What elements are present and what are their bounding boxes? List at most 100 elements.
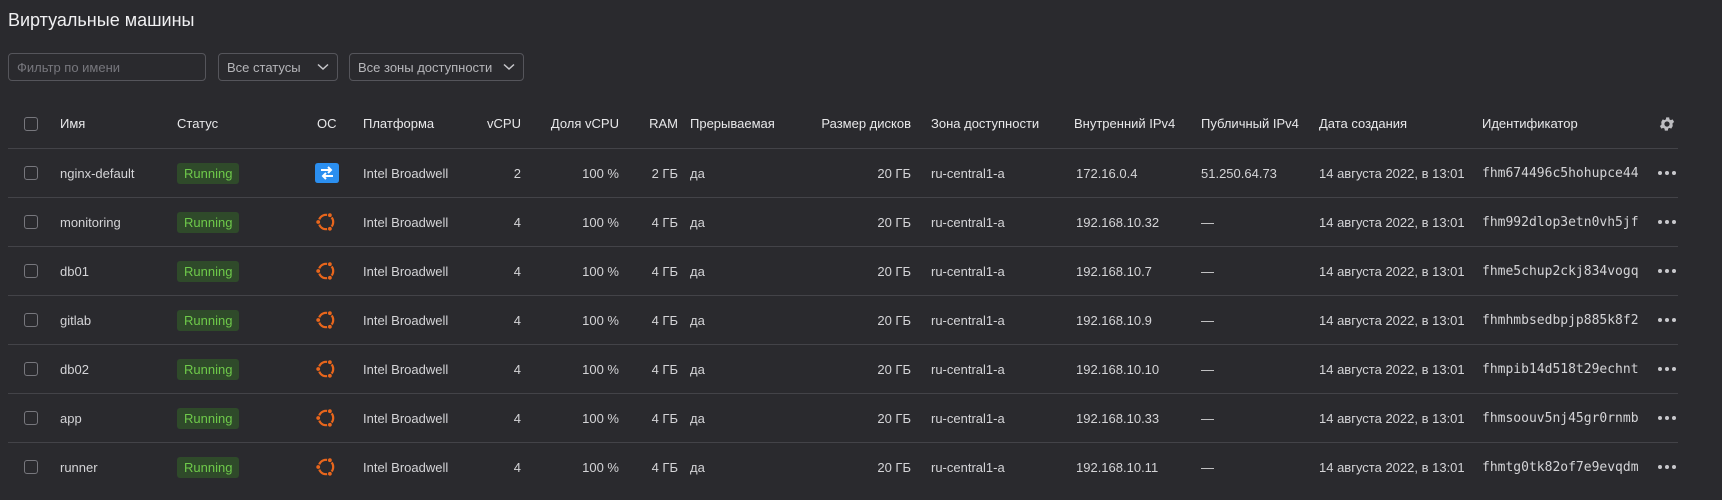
col-internal-ip[interactable]: Внутренний IPv4	[1074, 99, 1175, 148]
col-vcpu-share[interactable]: Доля vCPU	[528, 99, 619, 148]
ubuntu-icon	[314, 210, 338, 234]
row-checkbox[interactable]	[24, 411, 38, 425]
vcpu-share: 100 %	[582, 361, 619, 377]
col-vcpu[interactable]: vCPU	[464, 99, 521, 148]
vcpu-share: 100 %	[582, 214, 619, 230]
vm-id[interactable]: fhmsoouv5nj45gr0rnmb	[1482, 394, 1639, 442]
disk-size: 20 ГБ	[877, 165, 911, 181]
vm-name[interactable]: db01	[60, 247, 89, 295]
more-actions-icon[interactable]	[1658, 296, 1676, 344]
vm-name[interactable]: db02	[60, 345, 89, 393]
more-actions-icon[interactable]	[1658, 198, 1676, 246]
internal-ip: 192.168.10.10	[1076, 361, 1160, 377]
created-date: 14 августа 2022, в 13:01	[1319, 459, 1465, 475]
row-checkbox[interactable]	[24, 264, 38, 278]
row-checkbox-cell	[24, 394, 38, 442]
ubuntu-icon	[314, 357, 338, 381]
col-preemptible[interactable]: Прерываемая	[690, 99, 775, 148]
ram: 4 ГБ	[651, 459, 678, 475]
chevron-down-icon	[317, 63, 329, 71]
preemptible: да	[690, 410, 705, 426]
vm-name[interactable]: monitoring	[60, 198, 121, 246]
vm-name[interactable]: runner	[60, 443, 98, 491]
created-date: 14 августа 2022, в 13:01	[1319, 214, 1465, 230]
name-filter-input[interactable]	[8, 53, 206, 81]
row-checkbox[interactable]	[24, 313, 38, 327]
col-disk-size[interactable]: Размер дисков	[808, 99, 911, 148]
table-row[interactable]: db02 Running Intel Broadwell 4 100 % 4 Г…	[8, 344, 1678, 393]
col-created[interactable]: Дата создания	[1319, 99, 1407, 148]
internal-ip: 192.168.10.11	[1076, 459, 1159, 475]
vm-id[interactable]: fhmpib14d518t29echnt	[1482, 345, 1639, 393]
disk-size: 20 ГБ	[877, 312, 911, 328]
status-cell: Running	[177, 296, 240, 344]
vcpu: 4	[513, 312, 521, 328]
row-checkbox[interactable]	[24, 215, 38, 229]
vm-id[interactable]: fhme5chup2ckj834vogq	[1482, 247, 1639, 295]
vm-id[interactable]: fhmhmbsedbpjp885k8f2	[1482, 296, 1639, 344]
zone: ru-central1-a	[931, 214, 1005, 230]
gear-icon[interactable]	[1658, 99, 1676, 148]
more-actions-icon[interactable]	[1658, 247, 1676, 295]
row-checkbox-cell	[24, 443, 38, 491]
ram: 4 ГБ	[651, 312, 678, 328]
table-row[interactable]: nginx-default Running Intel Broadwell 2 …	[8, 148, 1678, 197]
table-row[interactable]: monitoring Running Intel Broadwell 4 100…	[8, 197, 1678, 246]
vm-name[interactable]: nginx-default	[60, 149, 134, 197]
zone: ru-central1-a	[931, 165, 1005, 181]
col-status[interactable]: Статус	[177, 99, 218, 148]
platform: Intel Broadwell	[363, 312, 449, 328]
preemptible: да	[690, 361, 705, 377]
zone: ru-central1-a	[931, 263, 1005, 279]
table-row[interactable]: db01 Running Intel Broadwell 4 100 % 4 Г…	[8, 246, 1678, 295]
preemptible: да	[690, 165, 705, 181]
platform: Intel Broadwell	[363, 410, 449, 426]
col-name[interactable]: Имя	[60, 99, 85, 148]
row-checkbox-cell	[24, 296, 38, 344]
ubuntu-icon	[314, 308, 338, 332]
select-all-checkbox[interactable]	[24, 116, 38, 131]
col-platform[interactable]: Платформа	[363, 99, 434, 148]
vcpu-share: 100 %	[582, 459, 619, 475]
os-cell	[314, 296, 338, 344]
os-cell	[314, 345, 338, 393]
col-ram[interactable]: RAM	[628, 99, 678, 148]
row-checkbox[interactable]	[24, 460, 38, 474]
vm-id[interactable]: fhm674496c5hohupce44	[1482, 149, 1639, 197]
col-zone[interactable]: Зона доступности	[931, 99, 1039, 148]
status-cell: Running	[177, 394, 240, 442]
more-actions-icon[interactable]	[1658, 345, 1676, 393]
table-row[interactable]: gitlab Running Intel Broadwell 4 100 % 4…	[8, 295, 1678, 344]
row-checkbox[interactable]	[24, 166, 38, 180]
created-date: 14 августа 2022, в 13:01	[1319, 263, 1465, 279]
row-checkbox[interactable]	[24, 362, 38, 376]
platform: Intel Broadwell	[363, 459, 449, 475]
vcpu-share: 100 %	[582, 263, 619, 279]
created-date: 14 августа 2022, в 13:01	[1319, 361, 1465, 377]
table-row[interactable]: runner Running Intel Broadwell 4 100 % 4…	[8, 442, 1678, 491]
page-title: Виртуальные машины	[8, 10, 195, 30]
chevron-down-icon	[503, 63, 515, 71]
vm-name[interactable]: gitlab	[60, 296, 91, 344]
vcpu-share: 100 %	[582, 312, 619, 328]
disk-size: 20 ГБ	[877, 214, 911, 230]
created-date: 14 августа 2022, в 13:01	[1319, 312, 1465, 328]
table-row[interactable]: app Running Intel Broadwell 4 100 % 4 ГБ…	[8, 393, 1678, 442]
more-actions-icon[interactable]	[1658, 443, 1676, 491]
vm-id[interactable]: fhm992dlop3etn0vh5jf	[1482, 198, 1639, 246]
vm-id[interactable]: fhmtg0tk82of7e9evqdm	[1482, 443, 1639, 491]
created-date: 14 августа 2022, в 13:01	[1319, 410, 1465, 426]
more-actions-icon[interactable]	[1658, 394, 1676, 442]
col-public-ip[interactable]: Публичный IPv4	[1201, 99, 1299, 148]
col-os[interactable]: ОС	[317, 99, 337, 148]
os-cell	[314, 149, 340, 197]
row-checkbox-cell	[24, 247, 38, 295]
col-id[interactable]: Идентификатор	[1482, 99, 1578, 148]
status-cell: Running	[177, 198, 240, 246]
status-select[interactable]: Все статусы	[218, 53, 338, 81]
zone-select[interactable]: Все зоны доступности	[349, 53, 524, 81]
ram: 4 ГБ	[651, 263, 678, 279]
more-actions-icon[interactable]	[1658, 149, 1676, 197]
ubuntu-icon	[314, 455, 338, 479]
vm-name[interactable]: app	[60, 394, 82, 442]
